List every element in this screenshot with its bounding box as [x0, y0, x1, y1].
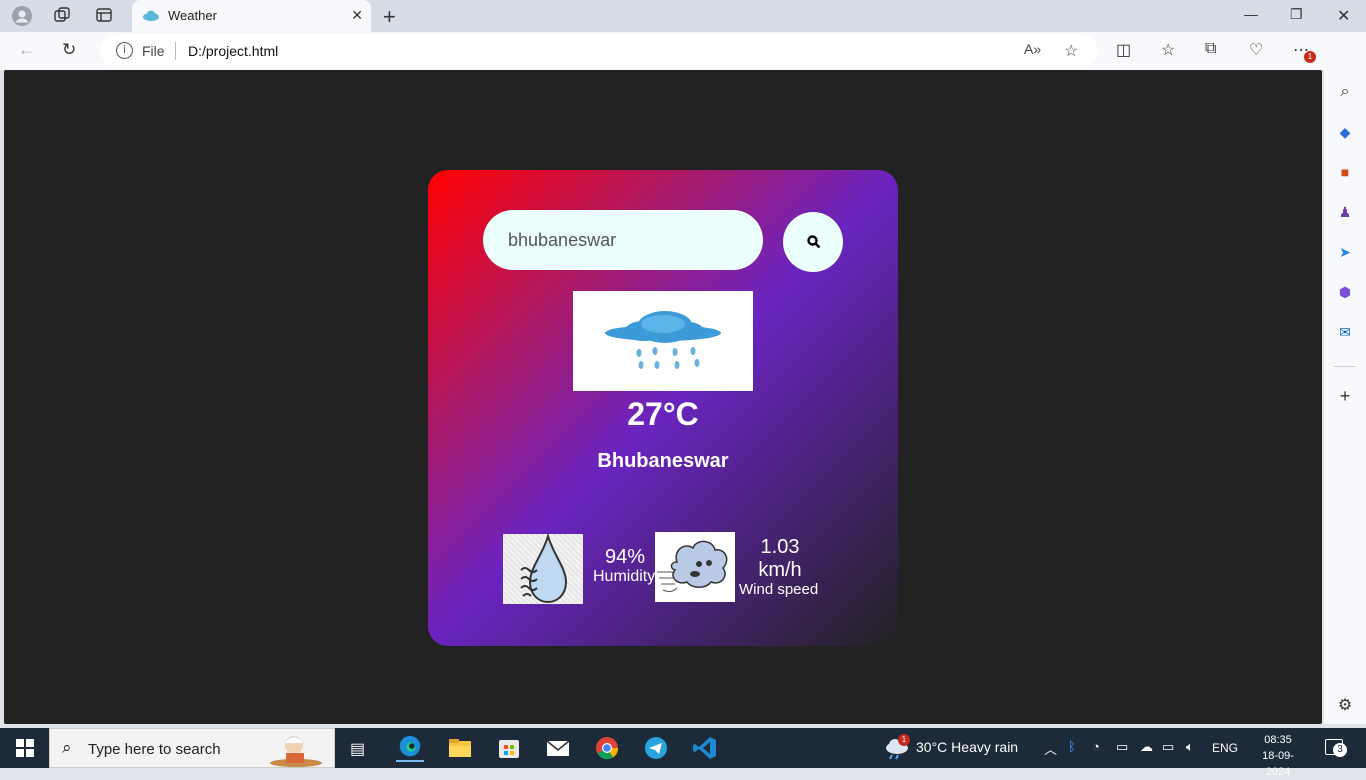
clock-time: 08:35	[1264, 734, 1292, 746]
favorites-icon[interactable]: ☆	[1161, 40, 1175, 60]
weather-widget[interactable]: 1 30°C Heavy rain	[884, 734, 1024, 760]
task-view-icon[interactable]: ▤	[350, 739, 365, 759]
mail-icon[interactable]	[544, 734, 572, 762]
tab-weather[interactable]: Weather ✕	[132, 0, 371, 32]
onedrive-cloud-icon[interactable]: ☁	[1140, 739, 1153, 755]
new-tab-button[interactable]: +	[383, 4, 396, 30]
humidity-value: 94%	[604, 546, 646, 568]
weather-card: 27°C Bhubaneswar 94% Humidity 1.03 km/h …	[428, 170, 898, 646]
address-prefix: File	[142, 43, 165, 59]
address-toolbar: ← ↻ i File D:/project.html A» ☆ ◫ ☆ ⧉ ♡ …	[0, 32, 1366, 94]
search-icon: ⌕	[62, 738, 72, 757]
wind-cloud-icon	[657, 540, 728, 593]
water-drop-icon	[520, 532, 568, 604]
sidebar-search-icon[interactable]: ⌕	[1335, 82, 1355, 102]
wind-image	[655, 532, 735, 602]
address-separator	[175, 42, 176, 60]
language-indicator[interactable]: ENG	[1212, 741, 1238, 755]
city-search-input[interactable]	[483, 210, 763, 270]
network-icon[interactable]: ◔	[1092, 739, 1100, 754]
taskbar-search-placeholder: Type here to search	[88, 741, 221, 758]
windows-start-icon[interactable]	[16, 739, 34, 757]
games-icon[interactable]: ♟	[1335, 202, 1355, 222]
telegram-send-icon[interactable]: ➤	[1335, 242, 1355, 262]
collections-icon[interactable]: ⧉	[1205, 40, 1216, 58]
search-highlight-illustration	[270, 736, 322, 767]
back-button[interactable]: ←	[18, 40, 35, 60]
tab-actions-icon[interactable]	[94, 6, 114, 26]
notification-count: 3	[1333, 743, 1347, 757]
weather-widget-text: 30°C Heavy rain	[916, 739, 1019, 755]
search-icon	[807, 235, 821, 249]
close-window-button[interactable]: ✕	[1337, 6, 1350, 26]
split-screen-icon[interactable]: ◫	[1116, 40, 1131, 60]
tab-title: Weather	[168, 8, 217, 23]
m365-icon[interactable]: ⬢	[1335, 282, 1355, 302]
volume-icon[interactable]: 🔈︎	[1186, 739, 1194, 755]
taskbar-search-box[interactable]: ⌕ Type here to search	[49, 728, 335, 768]
rain-cloud-image	[573, 291, 753, 391]
wind-speed-label: Wind speed	[739, 581, 819, 598]
telegram-icon[interactable]	[642, 734, 670, 762]
microsoft-store-icon[interactable]	[495, 734, 523, 762]
chrome-icon[interactable]	[593, 734, 621, 762]
restore-button[interactable]: ❐	[1290, 6, 1303, 23]
clock[interactable]: 08:35 18-09-2024	[1254, 732, 1302, 780]
outlook-icon[interactable]: ✉	[1335, 322, 1355, 342]
browser-titlebar: Weather ✕ + — ❐ ✕	[0, 0, 1366, 32]
browser-sidebar: ⌕ ◆ ■ ♟ ➤ ⬢ ✉ + ⚙	[1324, 70, 1366, 724]
show-hidden-icons-chevron-icon[interactable]: ︿	[1044, 739, 1057, 758]
bluetooth-icon[interactable]: ᛒ	[1068, 739, 1076, 754]
clock-date: 18-09-2024	[1262, 750, 1294, 778]
notification-badge: 1	[1304, 51, 1316, 63]
sidebar-settings-icon[interactable]: ⚙	[1335, 696, 1355, 716]
windows-taskbar: ⌕ Type here to search ▤ 1 30°C Heavy rai…	[0, 728, 1366, 778]
weather-alert-badge: 1	[898, 734, 910, 746]
tools-briefcase-icon[interactable]: ■	[1335, 162, 1355, 182]
workspaces-icon[interactable]	[52, 6, 72, 26]
info-icon[interactable]: i	[116, 42, 133, 59]
city-name: Bhubaneswar	[597, 450, 729, 472]
vscode-icon[interactable]	[691, 734, 719, 762]
close-tab-icon[interactable]: ✕	[351, 7, 363, 24]
meet-now-icon[interactable]: ▭	[1116, 739, 1128, 755]
search-button[interactable]	[783, 212, 843, 272]
sidebar-divider	[1334, 366, 1356, 367]
rain-icon	[605, 311, 721, 369]
minimize-button[interactable]: —	[1244, 6, 1258, 22]
refresh-button[interactable]: ↻	[62, 40, 76, 60]
address-url[interactable]: D:/project.html	[188, 43, 278, 59]
humidity-label: Humidity	[593, 568, 656, 585]
humidity-image	[503, 532, 583, 604]
wind-speed-value: 1.03 km/h	[758, 536, 802, 581]
battery-icon[interactable]: ▭	[1162, 739, 1174, 755]
edge-taskbar-icon[interactable]	[396, 734, 424, 762]
browser-essentials-icon[interactable]: ♡	[1249, 40, 1263, 60]
favorite-star-icon[interactable]: ☆	[1064, 41, 1078, 61]
profile-icon[interactable]	[12, 6, 32, 26]
cloud-icon	[143, 10, 159, 21]
temperature: 27°C	[627, 396, 699, 432]
address-bar[interactable]: i File D:/project.html A» ☆	[100, 35, 1098, 66]
read-aloud-icon[interactable]: A»	[1024, 41, 1041, 57]
add-sidebar-app-icon[interactable]: +	[1335, 386, 1355, 406]
file-explorer-icon[interactable]	[446, 734, 474, 762]
shopping-tag-icon[interactable]: ◆	[1335, 122, 1355, 142]
